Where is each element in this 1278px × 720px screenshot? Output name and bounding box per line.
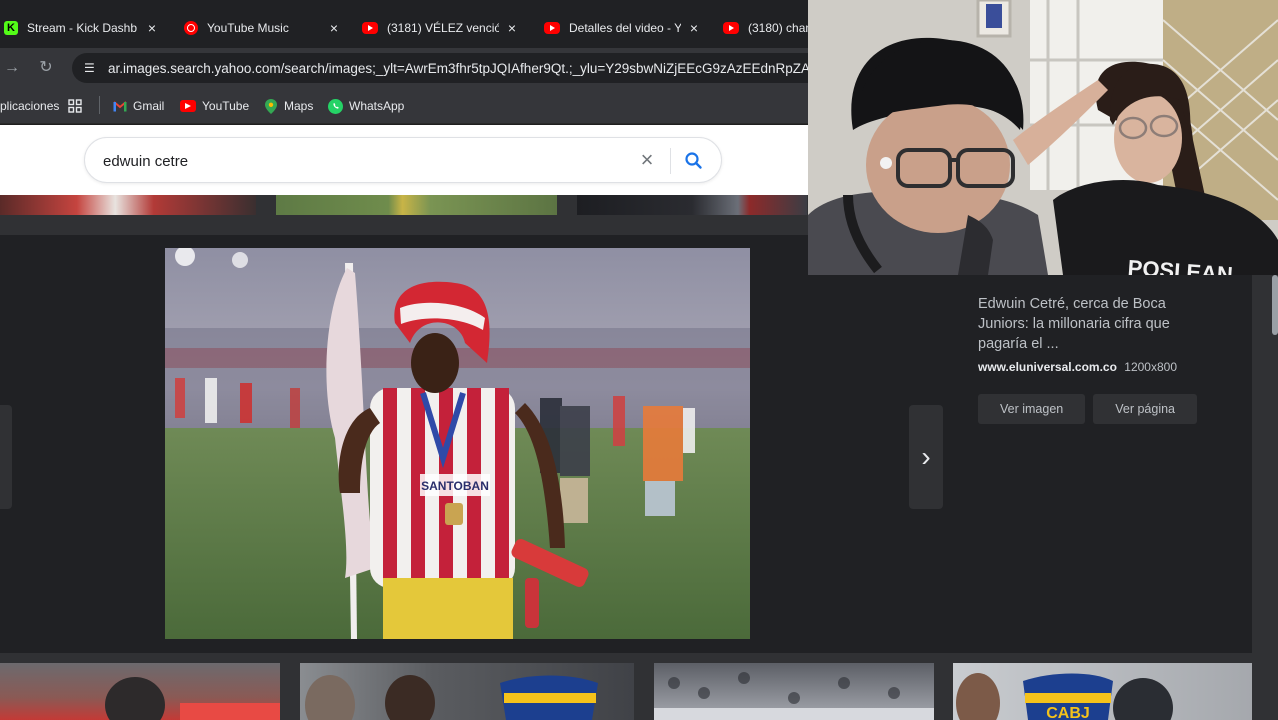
previous-image-button[interactable]: [0, 405, 12, 509]
image-dimensions: 1200x800: [1124, 360, 1177, 374]
source-domain[interactable]: www.eluniversal.com.co: [978, 360, 1117, 374]
webcam-overlay: POSI EAN: [808, 0, 1278, 275]
bookmarks-bar: plicaciones Gmail YouTube Maps WhatsApp: [0, 88, 808, 124]
scrollbar-thumb[interactable]: [1272, 275, 1278, 335]
bookmark-label: WhatsApp: [349, 99, 405, 113]
youtube-icon: [362, 22, 378, 34]
forward-icon[interactable]: →: [0, 56, 24, 80]
result-thumbnail[interactable]: [300, 663, 634, 720]
view-image-button[interactable]: Ver imagen: [978, 394, 1086, 424]
maps-pin-icon: [264, 98, 278, 114]
image-preview-panel: SANTOBAN › Edwuin Cetré, cerca de Boca J…: [0, 235, 1252, 653]
tab-title: (3181) VÉLEZ venció a: [387, 21, 499, 35]
tab-channel-video[interactable]: (3180) chang: [715, 10, 808, 46]
kick-icon: K: [4, 21, 18, 35]
image-caption[interactable]: Edwuin Cetré, cerca de Boca Juniors: la …: [978, 294, 1198, 354]
site-settings-icon[interactable]: ☰: [84, 61, 98, 75]
search-icon[interactable]: [681, 148, 707, 174]
close-tab-icon[interactable]: ×: [504, 20, 520, 36]
youtube-music-icon: [184, 21, 198, 35]
clear-search-icon[interactable]: ×: [636, 149, 658, 171]
search-header: ×: [0, 125, 808, 195]
result-thumbnail[interactable]: [0, 663, 280, 720]
youtube-icon: [544, 22, 560, 34]
tab-title: Detalles del video - Y: [569, 21, 681, 35]
bookmark-label: Gmail: [133, 99, 165, 113]
result-thumbnail[interactable]: [276, 195, 557, 215]
search-divider: [670, 148, 671, 174]
tab-kick[interactable]: K Stream - Kick Dashbo ×: [0, 10, 166, 46]
close-tab-icon[interactable]: ×: [686, 20, 702, 36]
address-bar[interactable]: ☰ ar.images.search.yahoo.com/search/imag…: [72, 53, 832, 83]
bookmark-label: Maps: [284, 99, 314, 113]
result-thumbnail[interactable]: CABJ: [953, 663, 1252, 720]
tab-velez-video[interactable]: (3181) VÉLEZ venció a ×: [354, 10, 526, 46]
reload-icon[interactable]: ↻: [34, 56, 58, 80]
close-tab-icon[interactable]: ×: [144, 20, 160, 36]
image-info: Edwuin Cetré, cerca de Boca Juniors: la …: [978, 294, 1198, 424]
result-thumbnail[interactable]: [654, 663, 934, 720]
result-thumbnail[interactable]: [577, 195, 807, 215]
tab-title: YouTube Music: [207, 21, 289, 35]
view-page-button[interactable]: Ver página: [1093, 394, 1198, 424]
result-thumbnail[interactable]: [0, 195, 256, 215]
bookmark-whatsapp[interactable]: WhatsApp: [328, 97, 404, 115]
search-input[interactable]: [103, 150, 623, 172]
bookmark-label: plicaciones: [0, 99, 60, 113]
close-tab-icon[interactable]: ×: [326, 20, 342, 36]
tab-title: Stream - Kick Dashbo: [27, 21, 137, 35]
search-box: ×: [84, 137, 722, 183]
streamer-webcam-feed: POSI EAN: [808, 0, 1278, 275]
youtube-icon: [723, 22, 739, 34]
chevron-right-icon: ›: [921, 441, 931, 472]
svg-text:CABJ: CABJ: [1046, 705, 1090, 720]
jersey-sponsor-text: SANTOBAN: [421, 479, 489, 493]
youtube-icon: [180, 100, 196, 112]
tab-title: (3180) chang: [748, 21, 808, 35]
tab-youtube-music[interactable]: YouTube Music ×: [176, 10, 348, 46]
next-image-button[interactable]: ›: [909, 405, 943, 509]
screen: { "browser": { "tabs": [ {"title": "Stre…: [0, 0, 1278, 720]
whatsapp-icon: [328, 98, 343, 114]
apps-grid-icon[interactable]: [68, 97, 82, 115]
tab-video-details[interactable]: Detalles del video - Y ×: [536, 10, 708, 46]
url-text: ar.images.search.yahoo.com/search/images…: [108, 60, 831, 76]
image-source: www.eluniversal.com.co 1200x800: [978, 360, 1198, 374]
bookmark-youtube[interactable]: YouTube: [180, 97, 249, 115]
bookmark-separator: [99, 96, 100, 114]
preview-image[interactable]: SANTOBAN: [165, 248, 750, 639]
football-celebration-photo: SANTOBAN: [165, 248, 750, 639]
browser-toolbar: → ↻ ☰ ar.images.search.yahoo.com/search/…: [0, 48, 832, 88]
gmail-icon: [113, 99, 127, 113]
bookmark-maps[interactable]: Maps: [264, 97, 313, 115]
bookmark-gmail[interactable]: Gmail: [113, 97, 164, 115]
bookmark-label: YouTube: [202, 99, 250, 113]
bookmark-applications[interactable]: plicaciones: [0, 97, 59, 115]
preview-actions: Ver imagen Ver página: [978, 394, 1198, 424]
